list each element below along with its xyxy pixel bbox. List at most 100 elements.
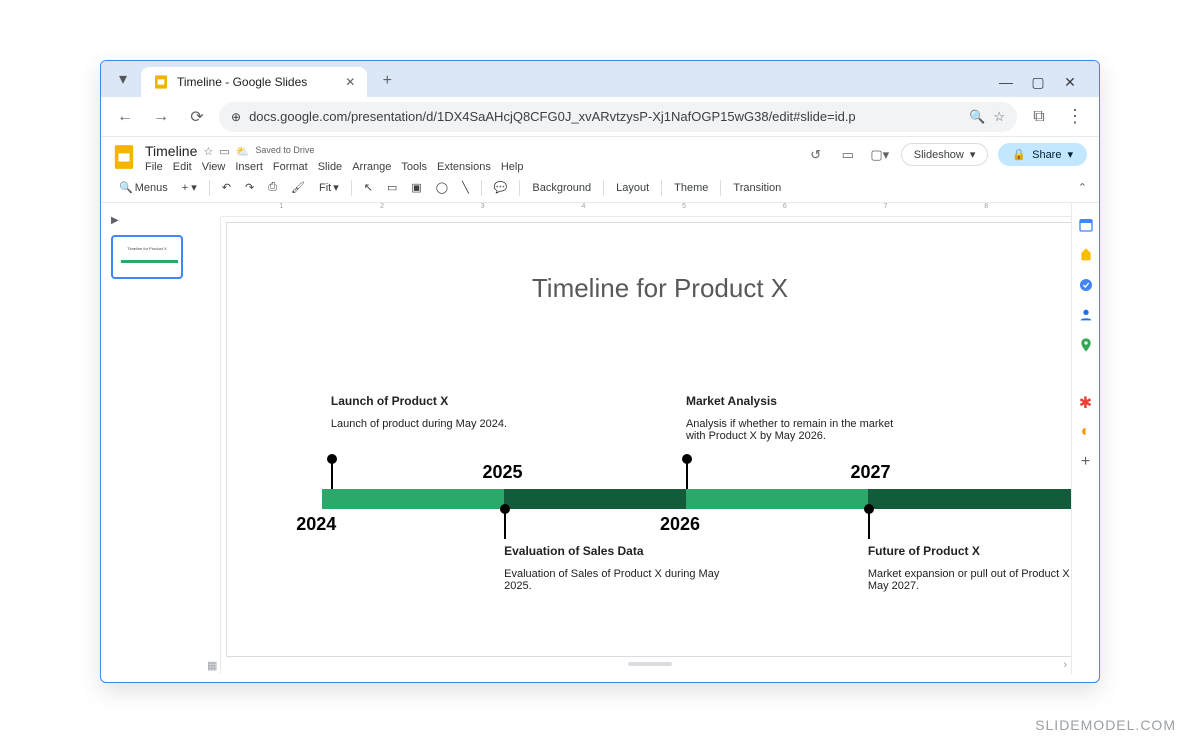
slide-canvas[interactable]: Timeline for Product X 2024 2025 2026 20…: [227, 223, 1093, 656]
doc-title[interactable]: Timeline: [145, 143, 197, 159]
layout-button[interactable]: Layout: [610, 178, 655, 198]
pin-3[interactable]: [686, 459, 688, 489]
forward-button[interactable]: →: [147, 103, 175, 131]
addon-icon-2[interactable]: ◐: [1078, 423, 1094, 439]
year-2024[interactable]: 2024: [296, 514, 336, 535]
item-future[interactable]: Future of Product X Market expansion or …: [868, 544, 1088, 592]
history-icon[interactable]: ↺: [805, 144, 827, 166]
site-info-icon[interactable]: ⊕: [231, 110, 241, 124]
timeline-seg-dark-2[interactable]: [868, 489, 1093, 509]
year-2026[interactable]: 2026: [660, 514, 700, 535]
back-button[interactable]: ←: [111, 103, 139, 131]
zoom-dropdown[interactable]: Fit ▾: [313, 177, 345, 198]
line-tool-icon[interactable]: ╲: [456, 177, 475, 198]
keep-icon[interactable]: [1078, 247, 1094, 263]
slide-thumbnail-1[interactable]: Timeline for Product X: [111, 235, 183, 279]
search-menus-button[interactable]: 🔍 Menus: [113, 177, 174, 198]
slideshow-button[interactable]: Slideshow ▾: [901, 143, 989, 166]
star-icon[interactable]: ☆: [203, 145, 213, 158]
close-tab-button[interactable]: ✕: [315, 75, 355, 89]
pin-1[interactable]: [331, 459, 333, 489]
title-icons: ☆ ▭ ⛅ Saved to Drive: [203, 145, 314, 158]
pin-4[interactable]: [868, 509, 870, 539]
contacts-icon[interactable]: [1078, 307, 1094, 323]
item-future-title: Future of Product X: [868, 544, 1088, 558]
print-button[interactable]: ⎙: [262, 177, 283, 198]
minimize-button[interactable]: —: [997, 73, 1015, 91]
undo-button[interactable]: ↶: [216, 177, 237, 198]
item-future-desc: Market expansion or pull out of Product …: [868, 568, 1088, 592]
horizontal-ruler[interactable]: 123456789: [221, 203, 1099, 217]
menu-format[interactable]: Format: [273, 161, 308, 173]
browser-menu-button[interactable]: ⋮: [1061, 106, 1089, 127]
paint-format-button[interactable]: 🖌: [285, 177, 311, 198]
select-tool-icon[interactable]: ↖: [358, 177, 379, 198]
menu-tools[interactable]: Tools: [401, 161, 427, 173]
close-window-button[interactable]: ✕: [1061, 73, 1079, 91]
timeline-seg-dark-1[interactable]: [504, 489, 686, 509]
menu-view[interactable]: View: [202, 161, 226, 173]
maximize-button[interactable]: ▢: [1029, 73, 1047, 91]
menu-slide[interactable]: Slide: [318, 161, 342, 173]
menu-extensions[interactable]: Extensions: [437, 161, 491, 173]
extensions-icon[interactable]: ⧉: [1025, 103, 1053, 131]
zoom-label: Fit: [319, 182, 331, 194]
menu-edit[interactable]: Edit: [173, 161, 192, 173]
maps-icon[interactable]: [1078, 337, 1094, 353]
menus-label: Menus: [135, 182, 168, 194]
item-analysis[interactable]: Market Analysis Analysis if whether to r…: [686, 394, 906, 442]
separator: [351, 180, 352, 196]
transition-button[interactable]: Transition: [727, 178, 787, 198]
menu-file[interactable]: File: [145, 161, 163, 173]
pin-2[interactable]: [504, 509, 506, 539]
new-slide-button[interactable]: + ▾: [176, 177, 203, 198]
cloud-save-icon[interactable]: ⛅: [236, 145, 250, 158]
menu-help[interactable]: Help: [501, 161, 524, 173]
address-bar[interactable]: ⊕ docs.google.com/presentation/d/1DX4SaA…: [219, 102, 1017, 132]
slides-logo-icon: [113, 143, 135, 171]
reload-button[interactable]: ⟳: [183, 103, 211, 131]
tab-search-dropdown[interactable]: ▾: [109, 65, 137, 93]
filmstrip-toggle-icon[interactable]: ▶: [111, 215, 125, 229]
move-icon[interactable]: ▭: [219, 145, 229, 158]
header-right: ↺ ▭ ▢▾ Slideshow ▾ 🔒 Share ▾: [805, 143, 1087, 166]
bookmark-icon[interactable]: ☆: [993, 109, 1005, 125]
browser-window: ▾ Timeline - Google Slides ✕ + — ▢ ✕ ← →…: [100, 60, 1100, 683]
addon-icon-1[interactable]: ✱: [1078, 393, 1094, 409]
separator: [481, 180, 482, 196]
textbox-tool-icon[interactable]: ▭: [381, 177, 403, 198]
calendar-icon[interactable]: [1078, 217, 1094, 233]
explore-icon[interactable]: ▦: [207, 659, 217, 672]
url-text: docs.google.com/presentation/d/1DX4SaAHc…: [249, 109, 856, 124]
redo-button[interactable]: ↷: [239, 177, 260, 198]
bottom-bar: ▦ ›: [207, 658, 1067, 672]
new-tab-button[interactable]: +: [373, 67, 401, 95]
menu-arrange[interactable]: Arrange: [352, 161, 391, 173]
image-tool-icon[interactable]: ▣: [405, 177, 427, 198]
vertical-ruler[interactable]: [201, 217, 221, 674]
share-button[interactable]: 🔒 Share ▾: [998, 143, 1087, 166]
separator: [603, 180, 604, 196]
year-2027[interactable]: 2027: [851, 462, 891, 483]
item-launch[interactable]: Launch of Product X Launch of product du…: [331, 394, 551, 430]
shape-tool-icon[interactable]: ◯: [430, 177, 454, 198]
meet-icon[interactable]: ▢▾: [869, 144, 891, 166]
item-eval-desc: Evaluation of Sales of Product X during …: [504, 568, 724, 592]
address-row: ← → ⟳ ⊕ docs.google.com/presentation/d/1…: [101, 97, 1099, 137]
watermark: SLIDEMODEL.COM: [1035, 717, 1176, 733]
zoom-icon[interactable]: 🔍: [969, 109, 985, 125]
background-button[interactable]: Background: [526, 178, 597, 198]
menu-insert[interactable]: Insert: [235, 161, 263, 173]
tasks-icon[interactable]: [1078, 277, 1094, 293]
item-eval[interactable]: Evaluation of Sales Data Evaluation of S…: [504, 544, 724, 592]
slide-title[interactable]: Timeline for Product X: [227, 273, 1093, 304]
browser-tab[interactable]: Timeline - Google Slides ✕: [141, 67, 367, 97]
comment-tool-icon[interactable]: 💬: [488, 177, 514, 198]
toolbar: 🔍 Menus + ▾ ↶ ↷ ⎙ 🖌 Fit ▾ ↖ ▭ ▣ ◯ ╲ 💬 Ba…: [101, 173, 1099, 203]
year-2025[interactable]: 2025: [482, 462, 522, 483]
scroll-right-icon[interactable]: ›: [1063, 659, 1067, 671]
collapse-toolbar-icon[interactable]: ⌃: [1078, 181, 1087, 194]
theme-button[interactable]: Theme: [668, 178, 714, 198]
get-addons-icon[interactable]: +: [1078, 453, 1094, 469]
comments-icon[interactable]: ▭: [837, 144, 859, 166]
